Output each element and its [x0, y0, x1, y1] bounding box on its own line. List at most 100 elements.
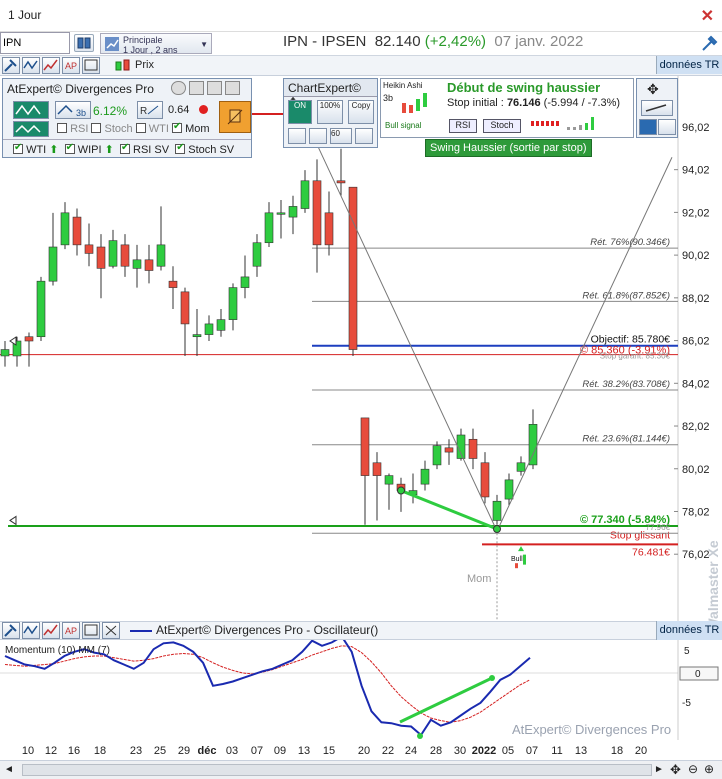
divergence-3b-icon[interactable]: 3b — [55, 101, 91, 119]
indicator-row: WTI ⬆ WIPI ⬆ RSI SV Stoch SV — [3, 139, 251, 157]
refresh-icon[interactable] — [171, 81, 186, 95]
copy-button[interactable]: Copy — [348, 100, 374, 124]
candle-body — [492, 500, 502, 521]
header-change: (+2,42%) — [424, 33, 487, 50]
tools-icon[interactable] — [288, 128, 306, 144]
settings-icon[interactable] — [225, 81, 240, 95]
osc-divergence-end — [489, 675, 495, 681]
rsi-button[interactable]: RSI — [449, 119, 477, 133]
signal-title: Début de swing haussier — [447, 80, 601, 95]
text-icon[interactable]: AP — [62, 57, 80, 74]
on-button[interactable]: ON — [288, 100, 312, 124]
scroll-track[interactable] — [22, 764, 652, 776]
wave-alt-icon[interactable] — [13, 121, 49, 137]
bottom-scrollbar: ◄ ► ✥ ⊖ ⊕ — [0, 760, 722, 779]
move-icon[interactable]: ✥ — [647, 81, 659, 98]
mom-checkbox[interactable] — [172, 121, 183, 133]
close-icon[interactable] — [102, 622, 120, 639]
candle-body — [300, 180, 310, 209]
pencil-icon[interactable] — [658, 119, 676, 135]
option-rsi: RSI — [70, 123, 89, 135]
header-price: 82.140 — [374, 33, 421, 50]
symbol-input[interactable] — [0, 32, 70, 54]
move-icon[interactable]: ✥ — [670, 762, 681, 778]
candle-body — [372, 462, 382, 476]
zoom-in-icon[interactable]: ⊕ — [704, 762, 714, 776]
scroll-right-icon[interactable]: ► — [654, 764, 664, 775]
stoch-checkbox[interactable] — [91, 123, 102, 133]
info-icon[interactable] — [355, 128, 373, 144]
candle-body — [360, 417, 370, 476]
tools-icon[interactable] — [2, 622, 20, 639]
multi-indicator-icon[interactable] — [42, 622, 60, 639]
candle-body — [264, 212, 274, 244]
wti-checkbox[interactable] — [135, 123, 146, 133]
candle-body — [60, 212, 70, 246]
x-tick-label: 11 — [551, 745, 562, 757]
oscillator-chart[interactable]: Momentum (10) MM (7) AtExpert© Divergenc… — [0, 640, 722, 740]
pen-icon[interactable] — [309, 128, 327, 144]
x-tick-label: 28 — [430, 745, 442, 757]
price-label: Prix — [135, 59, 154, 71]
osc-divergence-start — [417, 733, 423, 739]
period-icon[interactable]: 60 — [330, 128, 352, 144]
x-tick-label: 07 — [526, 745, 538, 757]
zoom-out-icon[interactable]: ⊖ — [688, 762, 698, 776]
tools-icon[interactable] — [2, 57, 20, 74]
wave-icon[interactable] — [13, 101, 49, 119]
chart-icon[interactable] — [639, 119, 657, 135]
close-icon[interactable]: ✕ — [701, 6, 714, 26]
data-source-badge[interactable]: données TR — [656, 621, 722, 640]
stoch-button[interactable]: Stoch — [483, 119, 521, 133]
y-tick-label: 86,02 — [682, 336, 710, 348]
bull-candle-icon — [515, 563, 518, 569]
preset-select[interactable]: Principale 1 Jour , 2 ans ▼ — [100, 33, 212, 55]
osc-watermark: AtExpert© Divergences Pro — [512, 722, 671, 737]
arrow-right-icon[interactable] — [641, 100, 673, 116]
indicator-icon[interactable] — [22, 622, 40, 639]
candle-body — [48, 246, 58, 282]
data-source-badge[interactable]: données TR — [656, 56, 722, 74]
zoom-100-button[interactable]: 100% — [317, 100, 343, 124]
rsisv-ind-checkbox[interactable] — [119, 142, 130, 154]
candle-body — [312, 180, 322, 246]
frame-icon[interactable] — [82, 622, 100, 639]
swing-banner: Swing Haussier (sortie par stop) — [425, 139, 592, 157]
x-tick-label: 07 — [251, 745, 263, 757]
x-tick-label: 03 — [226, 745, 238, 757]
quote-header: IPN - IPSEN 82.140 (+2,42%) 07 janv. 202… — [283, 33, 583, 50]
arrow-icon[interactable] — [189, 81, 204, 95]
scroll-left-icon[interactable]: ◄ — [4, 764, 14, 775]
candle-body — [432, 445, 442, 466]
ind-wipi: WIPI — [77, 144, 102, 156]
stochsv-ind-checkbox[interactable] — [175, 142, 186, 154]
x-tick-label: 23 — [130, 745, 142, 757]
frame-icon[interactable] — [82, 57, 100, 74]
x-tick-label: 13 — [298, 745, 310, 757]
rsi-checkbox[interactable] — [57, 123, 67, 133]
x-tick-label: 10 — [22, 745, 34, 757]
candle-body — [96, 246, 106, 269]
atexpert-ratio: 0.64 — [168, 104, 190, 116]
text-icon[interactable]: AP — [62, 622, 80, 639]
multi-indicator-icon[interactable] — [42, 57, 60, 74]
candle-body — [288, 206, 298, 218]
divergence-end-point — [493, 525, 501, 533]
tools-icon[interactable] — [700, 35, 718, 53]
divergence-start-point — [397, 486, 405, 495]
x-tick-label: 09 — [274, 745, 286, 757]
option-mom: Mom — [185, 123, 210, 135]
indicator-icon[interactable] — [22, 57, 40, 74]
wti-ind-checkbox[interactable] — [13, 142, 23, 154]
candle-body — [180, 291, 190, 325]
title-bar: 1 Jour ✕ — [0, 0, 722, 32]
x-tick-label: 16 — [68, 745, 80, 757]
bull-candle-icon — [523, 554, 526, 565]
book-icon[interactable] — [74, 34, 94, 52]
grid-icon[interactable] — [207, 81, 222, 95]
wipi-ind-checkbox[interactable] — [64, 142, 75, 154]
bell-icon[interactable] — [219, 101, 251, 133]
preset-label: Principale — [123, 35, 163, 45]
ratio-icon[interactable]: R — [137, 101, 163, 119]
candle-body — [516, 462, 526, 472]
